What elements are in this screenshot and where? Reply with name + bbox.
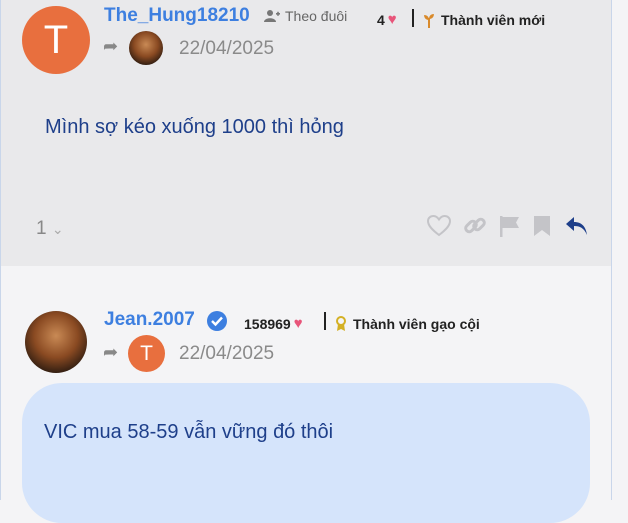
heart-outline-icon[interactable] bbox=[427, 215, 451, 237]
user-plus-icon bbox=[264, 10, 280, 22]
avatar[interactable] bbox=[25, 311, 87, 373]
rank-label: Thành viên mới bbox=[441, 12, 546, 28]
post-date[interactable]: 22/04/2025 bbox=[179, 38, 274, 60]
post-separator bbox=[0, 266, 612, 285]
verified-icon bbox=[207, 311, 227, 331]
avatar[interactable]: T bbox=[22, 6, 90, 74]
post-content: Mình sợ kéo xuống 1000 thì hỏng bbox=[45, 116, 344, 138]
post-actions bbox=[415, 214, 589, 238]
like-count: 1 bbox=[36, 218, 47, 239]
post-card: T The_Hung18210 Theo đuôi 4 ♥ Thành viên… bbox=[0, 0, 612, 266]
post-content: VIC mua 58-59 vẫn vững đó thôi bbox=[44, 421, 334, 443]
user-score: 4 ♥ bbox=[377, 11, 397, 28]
follow-label: Theo đuôi bbox=[285, 8, 348, 24]
reply-to-icon: ➦ bbox=[103, 342, 119, 362]
reply-icon[interactable] bbox=[565, 215, 589, 237]
reply-to-icon: ➦ bbox=[103, 36, 119, 56]
rank-badge: Thành viên gạo cội bbox=[335, 316, 480, 332]
sprout-icon bbox=[424, 14, 434, 28]
follow-button[interactable]: Theo đuôi bbox=[264, 8, 347, 24]
divider bbox=[412, 9, 414, 27]
reply-to-avatar[interactable] bbox=[129, 31, 163, 65]
username-link[interactable]: The_Hung18210 bbox=[104, 5, 250, 27]
reply-to-avatar[interactable]: T bbox=[128, 335, 165, 372]
heart-icon: ♥ bbox=[293, 315, 303, 332]
user-score: 158969 ♥ bbox=[244, 315, 303, 332]
username-link[interactable]: Jean.2007 bbox=[104, 309, 195, 331]
bookmark-icon[interactable] bbox=[533, 215, 551, 237]
heart-icon: ♥ bbox=[387, 11, 397, 28]
chevron-down-icon: ⌄ bbox=[51, 221, 64, 237]
post-date[interactable]: 22/04/2025 bbox=[179, 343, 274, 365]
rank-badge: Thành viên mới bbox=[423, 12, 545, 28]
like-count-toggle[interactable]: 1 ⌄ bbox=[36, 218, 64, 240]
divider bbox=[324, 312, 326, 330]
flag-icon[interactable] bbox=[499, 215, 521, 237]
post-content-bubble: VIC mua 58-59 vẫn vững đó thôi bbox=[22, 383, 590, 523]
score-value: 158969 bbox=[244, 315, 291, 332]
rank-label: Thành viên gạo cội bbox=[353, 316, 480, 332]
score-value: 4 bbox=[377, 11, 385, 28]
link-icon[interactable] bbox=[463, 214, 487, 238]
medal-icon bbox=[336, 316, 346, 331]
